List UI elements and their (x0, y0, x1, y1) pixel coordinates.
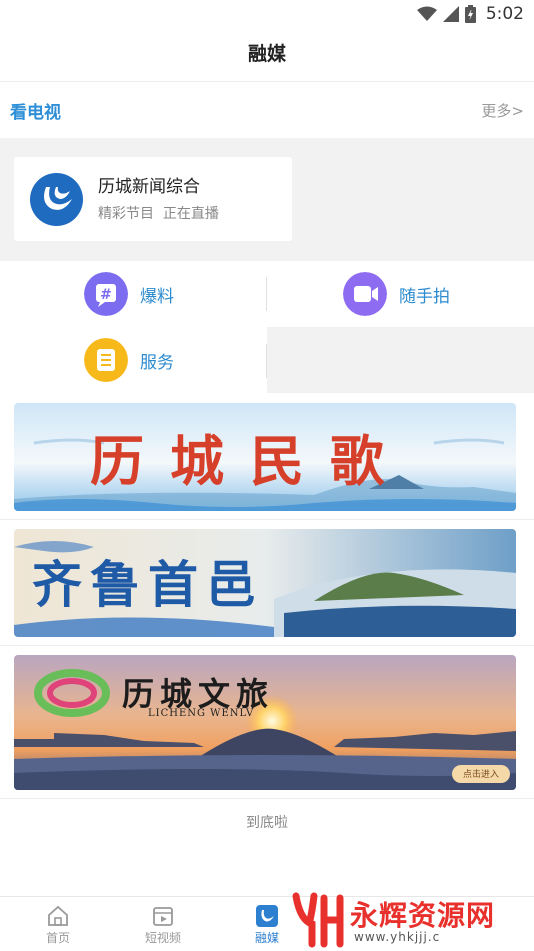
tab-label: 首页 (45, 931, 70, 945)
status-time: 5:02 (485, 4, 524, 24)
document-icon (84, 338, 128, 382)
status-icons: 5:02 (416, 4, 524, 24)
banner-licheng-wenlv[interactable]: 历城文旅 LICHENG WENLV 点击进入 (14, 655, 516, 790)
service-suishoupai[interactable]: 随手拍 (267, 261, 534, 327)
media-logo-icon (256, 905, 278, 927)
enter-button[interactable]: 点击进入 (452, 767, 510, 780)
channel-program: 精彩节目 (98, 206, 154, 222)
service-label: 服务 (140, 353, 174, 373)
tab-label: 短视频 (144, 931, 181, 945)
wifi-icon (416, 6, 437, 21)
page-header: 融媒 (0, 28, 534, 82)
signal-icon (442, 6, 459, 22)
watermark-url: www.yhkjjj.c (354, 930, 441, 944)
tab-short-video[interactable]: 短视频 (110, 897, 216, 951)
svg-text:#: # (100, 287, 112, 303)
banner-qilu-shouyi[interactable]: 齐鲁首邑 (14, 529, 516, 637)
banner-title: 历城民歌 (90, 429, 410, 493)
home-icon (48, 905, 68, 926)
service-fuwu[interactable]: 服务 (0, 327, 267, 393)
video-camera-icon (343, 272, 387, 316)
channel-list: 历城新闻综合 精彩节目 正在直播 (0, 138, 534, 261)
channel-logo-icon (30, 173, 83, 226)
end-of-list-text: 到底啦 (246, 815, 288, 831)
empty-cell (267, 327, 534, 393)
service-baoliao[interactable]: # 爆料 (0, 261, 267, 327)
tv-section-title: 看电视 (10, 103, 61, 123)
service-grid: # 爆料 随手拍 服务 (0, 261, 534, 394)
hashtag-icon: # (84, 272, 128, 316)
watermark-logo-icon (292, 892, 344, 948)
channel-status: 精彩节目 正在直播 (98, 203, 219, 223)
channel-card[interactable]: 历城新闻综合 精彩节目 正在直播 (14, 157, 292, 241)
watermark: 永辉资源网 www.yhkjjj.c (288, 888, 534, 950)
service-label: 爆料 (140, 287, 174, 307)
live-status: 正在直播 (162, 206, 219, 222)
status-bar: 5:02 (0, 0, 534, 28)
banner-subtitle: LICHENG WENLV (148, 708, 255, 719)
battery-icon (464, 5, 476, 23)
service-label: 随手拍 (399, 287, 450, 307)
separator (0, 519, 534, 520)
banner-title: 齐鲁首邑 (32, 555, 264, 614)
channel-name: 历城新闻综合 (98, 177, 200, 197)
page-title: 融媒 (247, 43, 286, 65)
tv-section-header: 看电视 更多> (0, 82, 534, 138)
separator (0, 645, 534, 646)
separator (0, 798, 534, 799)
more-link[interactable]: 更多> (481, 100, 524, 121)
banner-licheng-minge[interactable]: 历城民歌 (14, 403, 516, 511)
clapperboard-icon (153, 907, 173, 926)
tab-home[interactable]: 首页 (5, 897, 111, 951)
watermark-text: 永辉资源网 (350, 899, 496, 932)
